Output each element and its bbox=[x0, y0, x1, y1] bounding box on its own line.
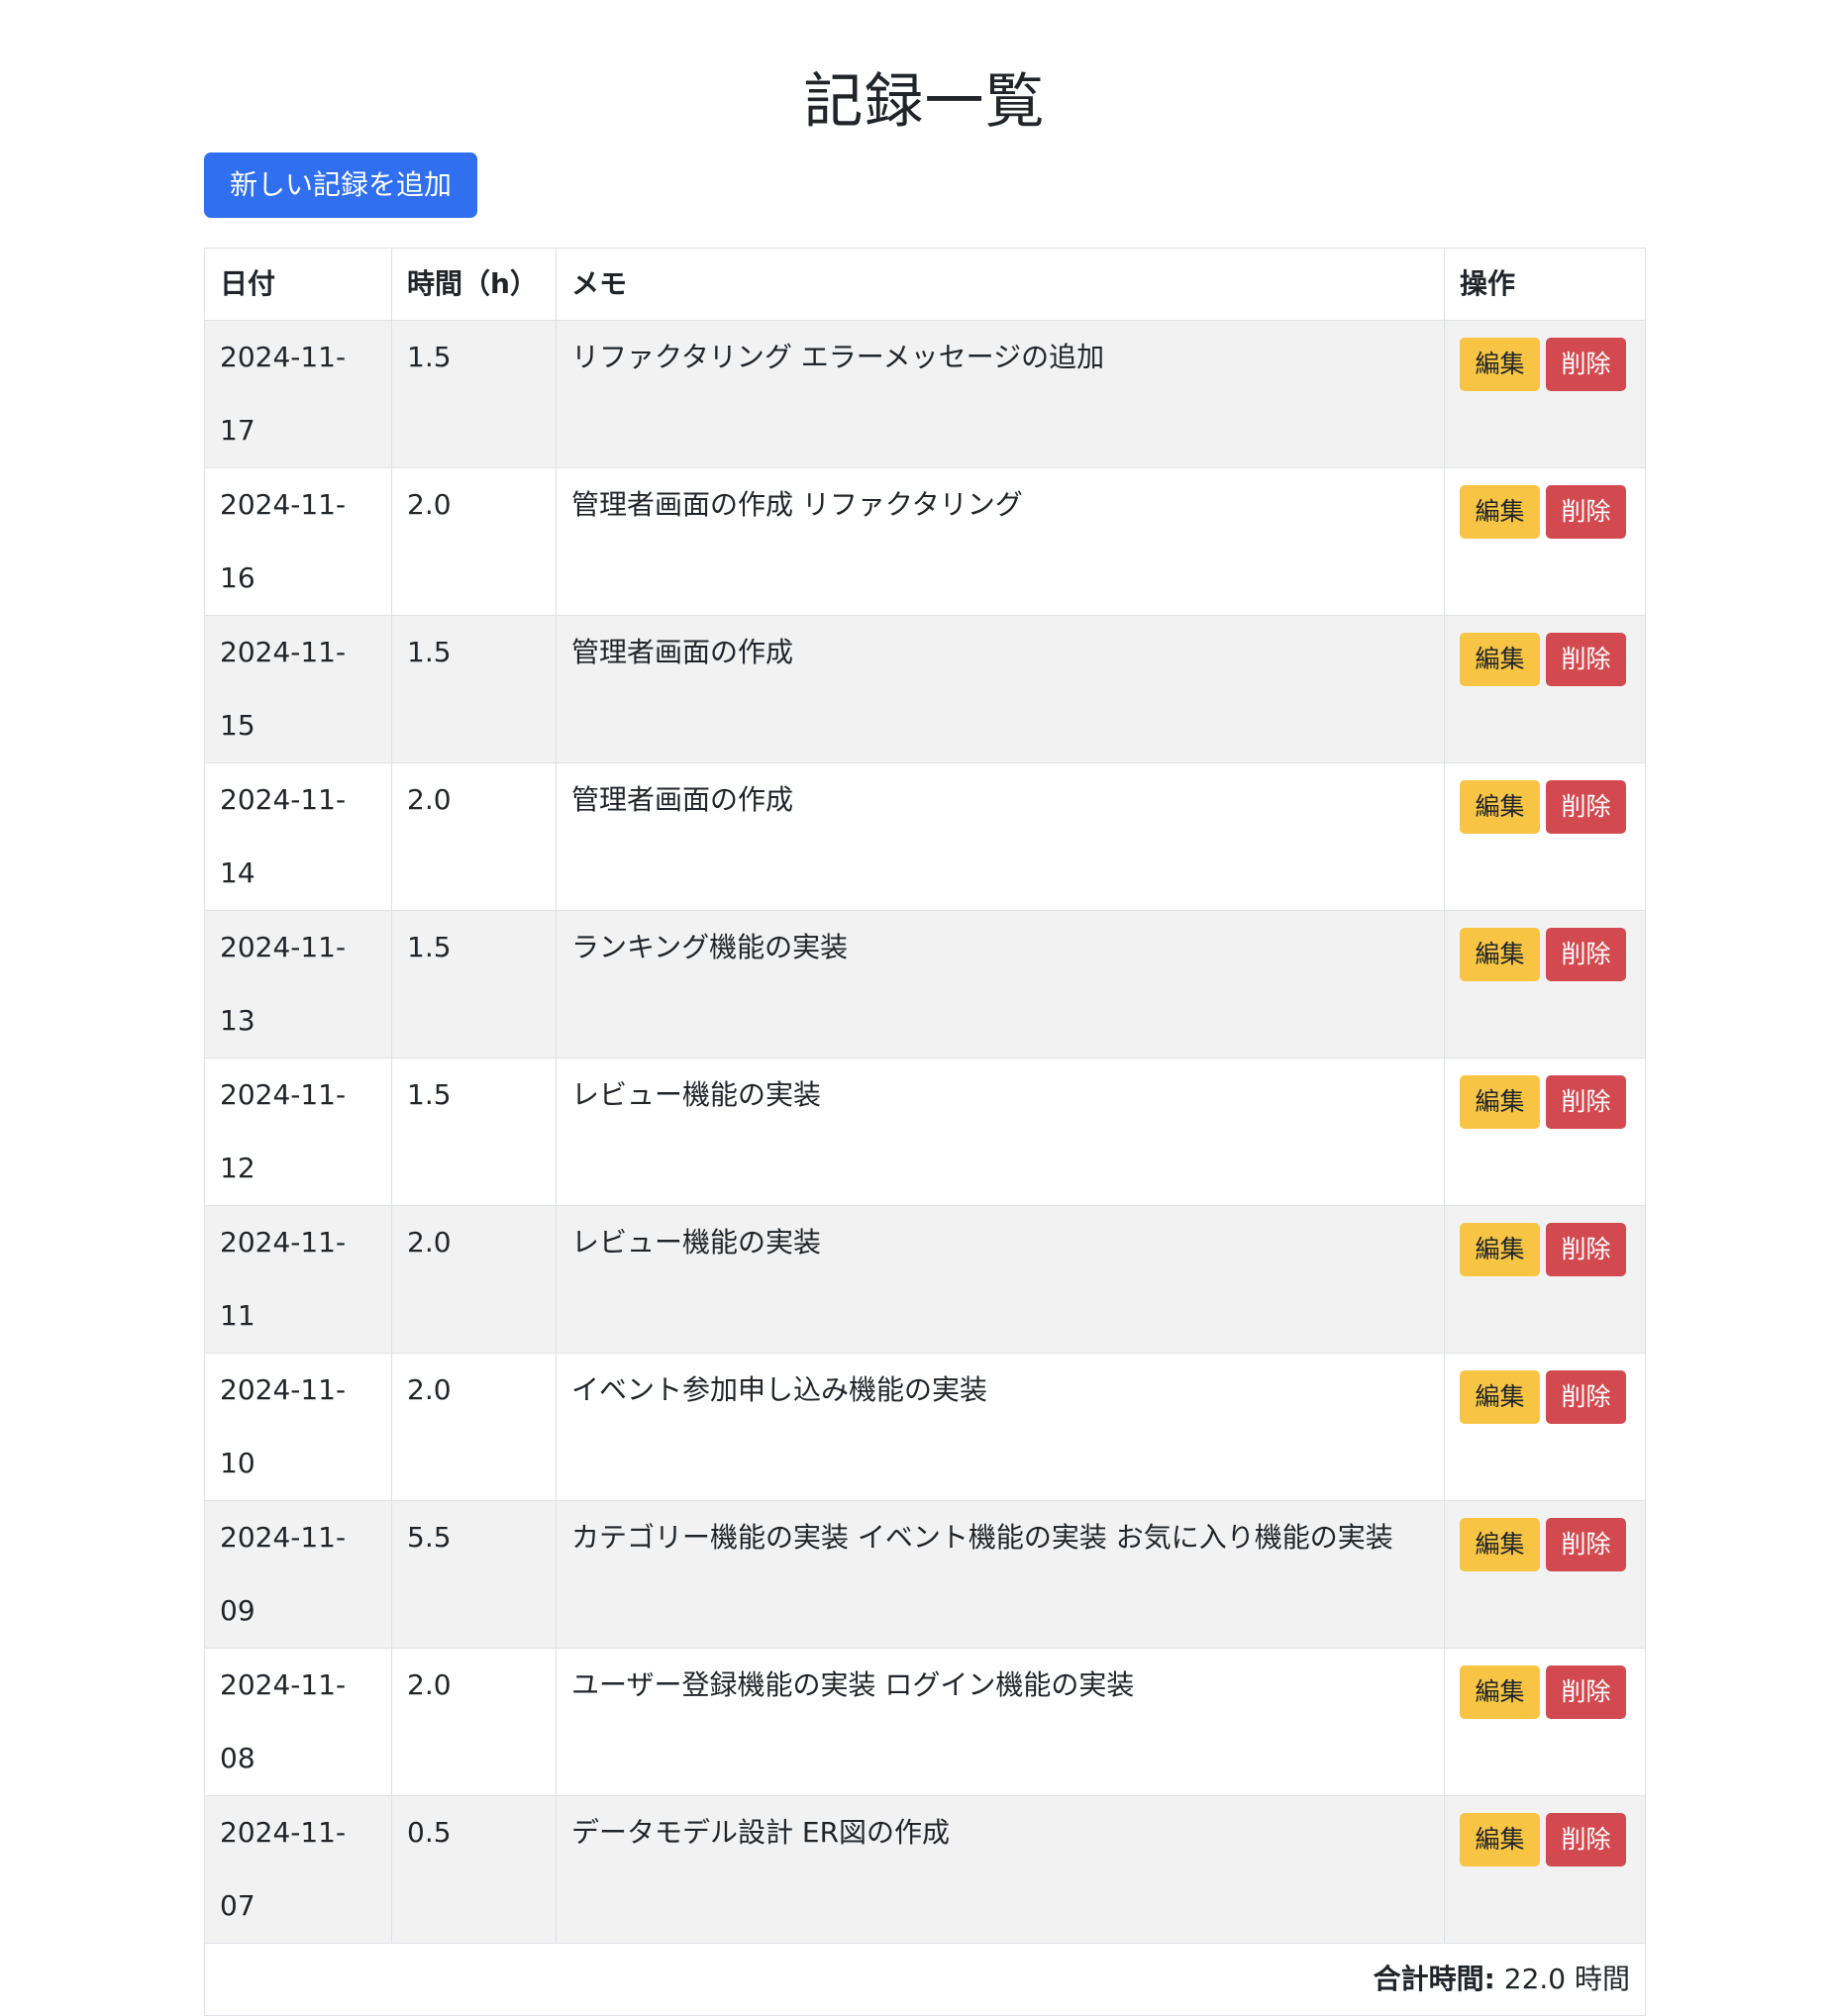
cell-hours: 2.0 bbox=[391, 1205, 557, 1354]
edit-button[interactable]: 編集 bbox=[1460, 780, 1540, 834]
edit-button[interactable]: 編集 bbox=[1460, 1223, 1540, 1276]
cell-memo: 管理者画面の作成 bbox=[556, 762, 1445, 911]
delete-button[interactable]: 削除 bbox=[1546, 1075, 1626, 1129]
table-row: 2024-11-12 1.5 レビュー機能の実装 編集 削除 bbox=[204, 1058, 1646, 1206]
total-label: 合計時間: bbox=[1373, 1963, 1495, 1995]
cell-memo: リファクタリング エラーメッセージの追加 bbox=[556, 320, 1445, 468]
edit-button[interactable]: 編集 bbox=[1460, 633, 1540, 686]
cell-date: 2024-11-13 bbox=[204, 910, 392, 1058]
cell-date: 2024-11-17 bbox=[204, 320, 392, 468]
table-row: 2024-11-13 1.5 ランキング機能の実装 編集 削除 bbox=[204, 910, 1646, 1058]
cell-memo: ユーザー登録機能の実装 ログイン機能の実装 bbox=[556, 1648, 1445, 1796]
cell-actions: 編集 削除 bbox=[1444, 1353, 1646, 1501]
cell-date: 2024-11-11 bbox=[204, 1205, 392, 1354]
header-memo: メモ bbox=[556, 248, 1445, 321]
delete-button[interactable]: 削除 bbox=[1546, 338, 1626, 391]
table-row: 2024-11-14 2.0 管理者画面の作成 編集 削除 bbox=[204, 762, 1646, 911]
table-body: 2024-11-17 1.5 リファクタリング エラーメッセージの追加 編集 削除 202… bbox=[204, 320, 1646, 1944]
header-hours: 時間（h） bbox=[391, 248, 557, 321]
table-row: 2024-11-16 2.0 管理者画面の作成 リファクタリング 編集 削除 bbox=[204, 467, 1646, 616]
cell-actions: 編集 削除 bbox=[1444, 1648, 1646, 1796]
cell-date: 2024-11-08 bbox=[204, 1648, 392, 1796]
table-header: 日付 時間（h） メモ 操作 bbox=[204, 248, 1646, 321]
delete-button[interactable]: 削除 bbox=[1546, 928, 1626, 981]
edit-button[interactable]: 編集 bbox=[1460, 1518, 1540, 1571]
cell-date: 2024-11-15 bbox=[204, 615, 392, 763]
cell-hours: 1.5 bbox=[391, 910, 557, 1058]
page-title: 記録一覧 bbox=[803, 67, 1046, 137]
cell-hours: 2.0 bbox=[391, 762, 557, 911]
table-footer: 合計時間: 22.0 時間 bbox=[204, 1943, 1646, 2016]
header-date: 日付 bbox=[204, 248, 392, 321]
cell-actions: 編集 削除 bbox=[1444, 467, 1646, 616]
cell-date: 2024-11-07 bbox=[204, 1795, 392, 1944]
cell-hours: 2.0 bbox=[391, 467, 557, 616]
cell-hours: 1.5 bbox=[391, 615, 557, 763]
edit-button[interactable]: 編集 bbox=[1460, 1075, 1540, 1129]
delete-button[interactable]: 削除 bbox=[1546, 1813, 1626, 1866]
edit-button[interactable]: 編集 bbox=[1460, 1813, 1540, 1866]
delete-button[interactable]: 削除 bbox=[1546, 1223, 1626, 1276]
table-row: 2024-11-09 5.5 カテゴリー機能の実装 イベント機能の実装 お気に入り機… bbox=[204, 1500, 1646, 1649]
cell-actions: 編集 削除 bbox=[1444, 1500, 1646, 1649]
edit-button[interactable]: 編集 bbox=[1460, 1370, 1540, 1424]
cell-memo: ランキング機能の実装 bbox=[556, 910, 1445, 1058]
cell-date: 2024-11-09 bbox=[204, 1500, 392, 1649]
cell-hours: 1.5 bbox=[391, 320, 557, 468]
header-row: 日付 時間（h） メモ 操作 bbox=[204, 248, 1646, 321]
cell-memo: データモデル設計 ER図の作成 bbox=[556, 1795, 1445, 1944]
header-actions: 操作 bbox=[1444, 248, 1646, 321]
delete-button[interactable]: 削除 bbox=[1546, 1370, 1626, 1424]
cell-hours: 0.5 bbox=[391, 1795, 557, 1944]
total-cell: 合計時間: 22.0 時間 bbox=[204, 1943, 1646, 2016]
cell-hours: 2.0 bbox=[391, 1648, 557, 1796]
cell-memo: カテゴリー機能の実装 イベント機能の実装 お気に入り機能の実装 bbox=[556, 1500, 1445, 1649]
cell-memo: レビュー機能の実装 bbox=[556, 1058, 1445, 1206]
table-row: 2024-11-15 1.5 管理者画面の作成 編集 削除 bbox=[204, 615, 1646, 763]
cell-hours: 5.5 bbox=[391, 1500, 557, 1649]
cell-actions: 編集 削除 bbox=[1444, 320, 1646, 468]
delete-button[interactable]: 削除 bbox=[1546, 633, 1626, 686]
cell-actions: 編集 削除 bbox=[1444, 910, 1646, 1058]
main-container: 記録一覧 新しい記録を追加 日付 時間（h） メモ 操作 2024-11-17 1… bbox=[204, 0, 1646, 2016]
cell-actions: 編集 削除 bbox=[1444, 762, 1646, 911]
cell-memo: イベント参加申し込み機能の実装 bbox=[556, 1353, 1445, 1501]
table-row: 2024-11-10 2.0 イベント参加申し込み機能の実装 編集 削除 bbox=[204, 1353, 1646, 1501]
cell-actions: 編集 削除 bbox=[1444, 1795, 1646, 1944]
delete-button[interactable]: 削除 bbox=[1546, 780, 1626, 834]
cell-memo: 管理者画面の作成 bbox=[556, 615, 1445, 763]
cell-date: 2024-11-14 bbox=[204, 762, 392, 911]
table-row: 2024-11-07 0.5 データモデル設計 ER図の作成 編集 削除 bbox=[204, 1795, 1646, 1944]
edit-button[interactable]: 編集 bbox=[1460, 338, 1540, 391]
records-table: 日付 時間（h） メモ 操作 2024-11-17 1.5 リファクタリング エラー… bbox=[204, 248, 1646, 2016]
cell-actions: 編集 削除 bbox=[1444, 615, 1646, 763]
delete-button[interactable]: 削除 bbox=[1546, 1665, 1626, 1719]
cell-hours: 1.5 bbox=[391, 1058, 557, 1206]
delete-button[interactable]: 削除 bbox=[1546, 485, 1626, 539]
cell-hours: 2.0 bbox=[391, 1353, 557, 1501]
add-record-button[interactable]: 新しい記録を追加 bbox=[204, 152, 477, 218]
edit-button[interactable]: 編集 bbox=[1460, 485, 1540, 539]
table-row: 2024-11-17 1.5 リファクタリング エラーメッセージの追加 編集 削除 bbox=[204, 320, 1646, 468]
cell-date: 2024-11-10 bbox=[204, 1353, 392, 1501]
cell-actions: 編集 削除 bbox=[1444, 1058, 1646, 1206]
edit-button[interactable]: 編集 bbox=[1460, 1665, 1540, 1719]
cell-memo: 管理者画面の作成 リファクタリング bbox=[556, 467, 1445, 616]
table-row: 2024-11-11 2.0 レビュー機能の実装 編集 削除 bbox=[204, 1205, 1646, 1354]
cell-memo: レビュー機能の実装 bbox=[556, 1205, 1445, 1354]
cell-date: 2024-11-12 bbox=[204, 1058, 392, 1206]
total-row: 合計時間: 22.0 時間 bbox=[204, 1943, 1646, 2016]
delete-button[interactable]: 削除 bbox=[1546, 1518, 1626, 1571]
table-row: 2024-11-08 2.0 ユーザー登録機能の実装 ログイン機能の実装 編集 削除 bbox=[204, 1648, 1646, 1796]
edit-button[interactable]: 編集 bbox=[1460, 928, 1540, 981]
cell-date: 2024-11-16 bbox=[204, 467, 392, 616]
total-value: 22.0 時間 bbox=[1503, 1963, 1630, 1995]
cell-actions: 編集 削除 bbox=[1444, 1205, 1646, 1354]
